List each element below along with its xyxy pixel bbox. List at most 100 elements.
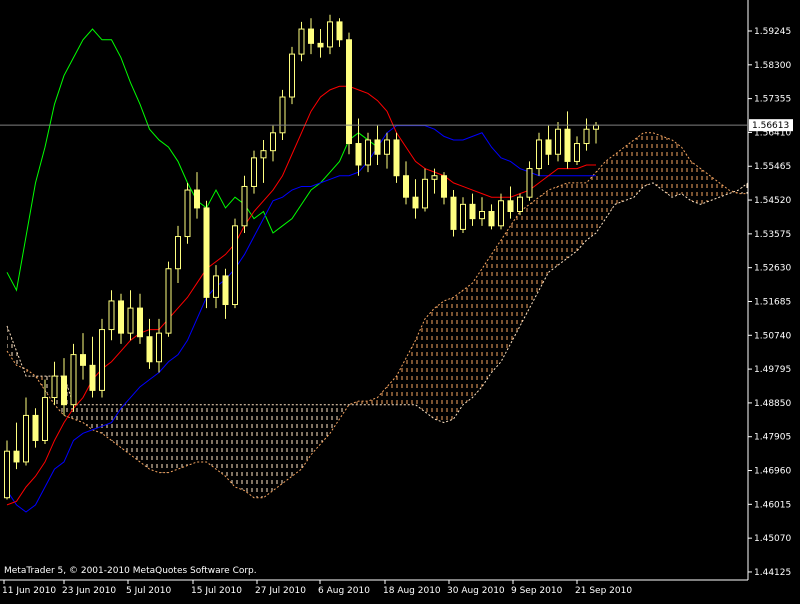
candle-body-bear [346,39,352,145]
price-tick-label: 1.51685 [754,297,791,307]
cloud-segment [406,340,416,405]
candle-body-bull [165,268,172,334]
candle-body-bear [203,207,210,298]
candle-body-bull [555,128,561,155]
candle-body-bull [213,275,219,298]
cloud-segment [311,404,321,455]
cloud-segment [282,404,292,484]
cloud-segment [415,318,425,412]
cloud-segment [187,404,197,466]
cloud-segment [586,172,596,241]
cloud-segment [643,132,653,187]
time-tick-label: 18 Aug 2010 [383,586,441,596]
cloud-segment [254,404,264,498]
candle-body-bear [32,414,39,441]
cloud-segment [159,404,169,473]
cloud-segment [501,225,511,362]
cloud-segment [482,254,492,387]
candle-body-bear [507,200,514,213]
candle-body-bull [384,139,390,155]
candle-body-bear [137,307,143,338]
candle-body-bull [51,375,58,399]
candle-body-bull [593,124,599,130]
price-tick-label: 1.55465 [754,162,791,172]
time-tick-label: 6 Aug 2010 [318,586,370,596]
cloud-segment [368,397,378,405]
candle-body-bull [232,225,238,306]
price-tick-label: 1.54520 [754,196,791,206]
candle-body-bear [450,196,457,230]
price-tick-label: 1.48850 [754,399,791,409]
cloud-segment [121,404,131,455]
cloud-segment [520,204,530,326]
cloud-segment [168,404,178,473]
candle-body-bear [118,300,124,334]
time-tick-label: 21 Sep 2010 [575,586,632,596]
price-tick-label: 1.59245 [754,27,791,37]
candle-body-bull [460,203,466,230]
cloud-segment [273,404,283,491]
cloud-segment [301,404,311,470]
candle-body-bull [270,132,276,152]
candle-body-bull [156,332,162,363]
candle-body-bull [583,128,590,145]
cloud-segment [102,404,112,441]
candle-body-bear [564,128,571,162]
candle-body-bear [336,21,343,41]
candle-body-bear [441,175,447,198]
candle-body-bear [403,175,409,198]
candle-body-bull [536,139,542,170]
cloud-segment [197,404,207,462]
candle-body-bull [479,211,485,220]
ichimoku-chart: 1.59245 1.58300 1.57355 1.56410 1.55465 1.545… [0,0,800,600]
candle-body-bull [431,175,438,180]
candle-body-bear [194,189,200,209]
cloud-segment [463,283,473,405]
cloud-segment [396,358,406,405]
candle-body-bull [422,178,428,209]
candle-body-bear [374,139,381,155]
candle-body-bear [308,28,314,44]
cloud-segment [558,182,568,266]
cloud-segment [178,404,188,470]
current-price-label: 1.56613 [752,121,789,131]
candle-body-bear [469,203,476,220]
candle-body-bear [146,336,153,363]
price-tick-label: 1.58300 [754,61,791,71]
cloud-segment [529,197,539,309]
candle-body-bull [251,157,257,187]
candle-body-bull [184,189,191,238]
cloud-segment [472,268,482,398]
price-tick-label: 1.44125 [754,568,791,578]
cloud-segment [567,182,577,259]
candle-body-bull [108,300,115,331]
cloud-segment [434,300,444,423]
cloud-segment [624,139,634,201]
cloud-segment [444,297,454,423]
price-tick-label: 1.50740 [754,331,791,341]
candle-body-bull [574,143,580,162]
candle-body-bull [4,450,10,499]
chart-svg: 1.592451.583001.573551.564101.554651.545… [0,0,793,596]
candle-body-bull [42,397,48,441]
candle-body-bear [61,375,67,406]
copyright-text: MetaTrader 5, © 2001-2010 MetaQuotes Sof… [4,566,257,576]
cloud-segment [710,175,720,201]
cloud-segment [83,404,93,430]
candle-body-bull [498,200,504,227]
candle-body-bull [279,96,286,134]
candle-body-bull [526,168,533,198]
axes: 1.592451.583001.573551.564101.554651.545… [0,0,793,596]
cloud-segment [244,404,254,498]
cloud-segment [672,139,682,198]
candle-body-bull [175,236,181,270]
price-tick-label: 1.46960 [754,467,791,477]
cloud-segment [225,404,235,487]
chikou-span [6,28,378,292]
cloud-segment [719,182,729,198]
cloud-segment [738,182,748,194]
cloud-segment [206,404,216,470]
time-tick-label: 27 Jul 2010 [255,586,306,596]
candle-body-bull [241,185,248,227]
cloud-segment [653,132,663,191]
